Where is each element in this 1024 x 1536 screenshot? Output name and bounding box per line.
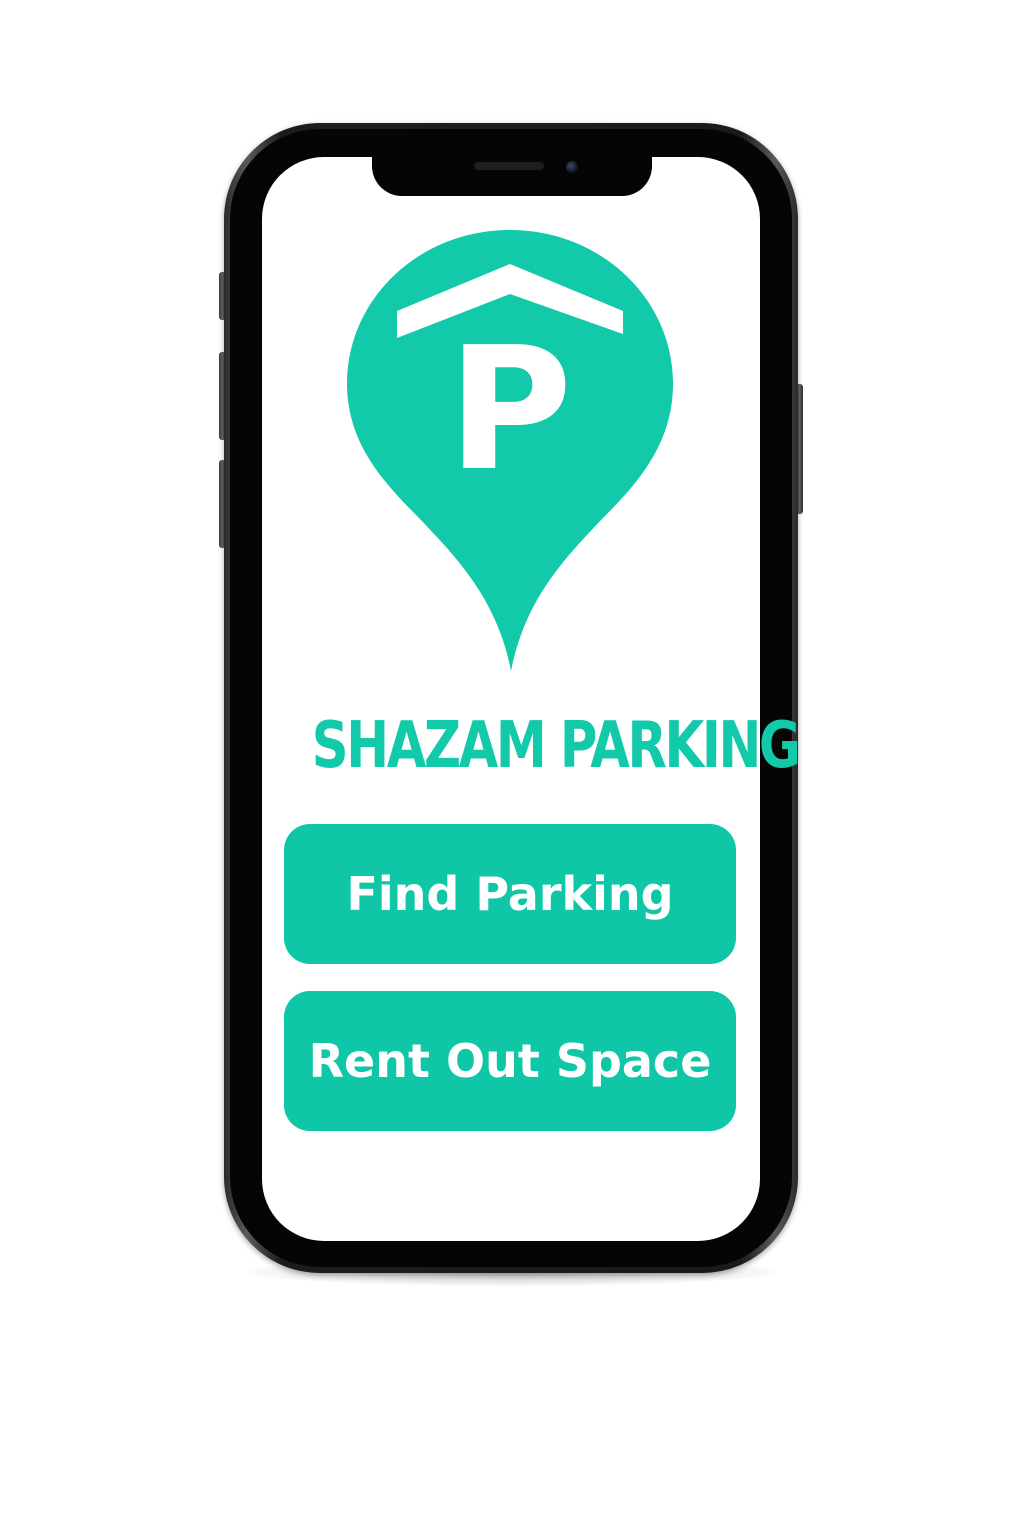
find-parking-label: Find Parking: [346, 867, 674, 921]
front-camera: [566, 161, 578, 173]
brand-title: SHAZAM PARKING: [311, 709, 801, 783]
earpiece-speaker: [474, 162, 544, 170]
parking-location-pin-icon: P: [347, 230, 673, 671]
rent-out-space-button[interactable]: Rent Out Space: [284, 991, 736, 1131]
rent-out-space-label: Rent Out Space: [308, 1034, 712, 1088]
notch: [372, 150, 652, 196]
stage: P SHAZAM PARKING Find Parking Rent Out S…: [0, 0, 1024, 1536]
logo-letter: P: [448, 311, 573, 509]
find-parking-button[interactable]: Find Parking: [284, 824, 736, 964]
